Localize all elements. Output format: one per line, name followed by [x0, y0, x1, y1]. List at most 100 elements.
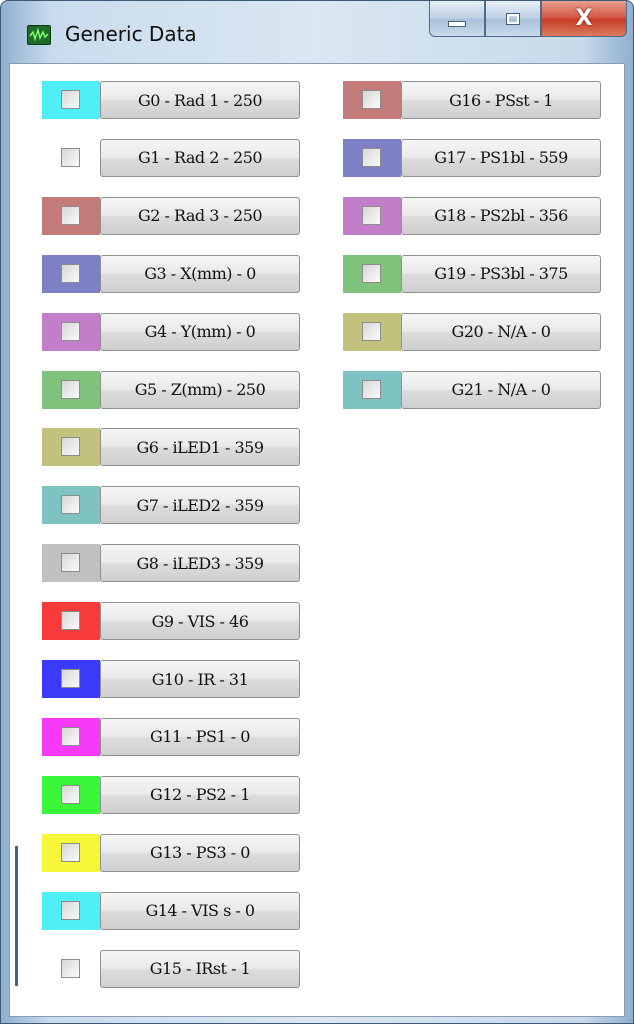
channel-button[interactable]: G17 - PS1bl - 559: [401, 138, 601, 177]
color-swatch: [42, 486, 100, 525]
color-swatch: [343, 254, 401, 293]
visibility-checkbox[interactable]: [61, 669, 80, 688]
color-swatch: [42, 833, 100, 872]
channel-button[interactable]: G12 - PS2 - 1: [100, 775, 300, 814]
data-item-g4: G4 - Y(mm) - 0: [42, 312, 300, 351]
data-item-g10: G10 - IR - 31: [42, 660, 300, 698]
channel-button[interactable]: G10 - IR - 31: [100, 660, 300, 698]
color-swatch: [42, 660, 100, 698]
color-swatch: [42, 196, 100, 235]
data-item-g21: G21 - N/A - 0: [343, 370, 601, 409]
maximize-icon: [506, 12, 520, 25]
channel-button[interactable]: G16 - PSst - 1: [401, 81, 601, 119]
visibility-checkbox[interactable]: [61, 900, 80, 920]
color-swatch: [42, 428, 100, 467]
data-item-g8: G8 - iLED3 - 359: [42, 544, 300, 583]
color-swatch: [343, 196, 401, 235]
window-title: Generic Data: [65, 22, 197, 46]
color-swatch: [42, 602, 100, 641]
channel-button[interactable]: G4 - Y(mm) - 0: [100, 312, 300, 351]
data-item-g12: G12 - PS2 - 1: [42, 775, 300, 814]
data-item-g9: G9 - VIS - 46: [42, 602, 300, 641]
visibility-checkbox[interactable]: [362, 263, 381, 283]
color-swatch: [42, 717, 100, 756]
data-item-g3: G3 - X(mm) - 0: [42, 254, 300, 293]
visibility-checkbox[interactable]: [362, 147, 381, 167]
color-swatch: [343, 81, 401, 119]
channel-button[interactable]: G21 - N/A - 0: [401, 370, 601, 409]
data-item-g19: G19 - PS3bl - 375: [343, 254, 601, 293]
data-item-g11: G11 - PS1 - 0: [42, 717, 300, 756]
color-swatch: [343, 138, 401, 177]
visibility-checkbox[interactable]: [362, 90, 381, 109]
data-item-g0: G0 - Rad 1 - 250: [42, 81, 300, 119]
data-item-g6: G6 - iLED1 - 359: [42, 428, 300, 467]
data-item-g17: G17 - PS1bl - 559: [343, 138, 601, 177]
channel-button[interactable]: G14 - VIS s - 0: [100, 891, 300, 930]
visibility-checkbox[interactable]: [362, 321, 381, 341]
visibility-checkbox[interactable]: [362, 379, 381, 399]
waveform-icon: [27, 25, 51, 45]
data-item-g5: G5 - Z(mm) - 250: [42, 370, 300, 409]
color-swatch: [42, 370, 100, 409]
visibility-checkbox[interactable]: [61, 784, 80, 804]
visibility-checkbox[interactable]: [61, 263, 80, 283]
channel-button[interactable]: G20 - N/A - 0: [401, 312, 601, 351]
visibility-checkbox[interactable]: [61, 205, 80, 225]
close-button[interactable]: X: [541, 1, 627, 37]
color-swatch: [42, 544, 100, 583]
channel-button[interactable]: G9 - VIS - 46: [100, 602, 300, 641]
visibility-checkbox[interactable]: [61, 321, 80, 341]
generic-data-window: Generic Data X G0 - Rad 1 - 250 G1 - Rad …: [0, 0, 634, 1024]
channel-button[interactable]: G0 - Rad 1 - 250: [100, 81, 300, 119]
close-icon: X: [575, 6, 593, 31]
visibility-checkbox[interactable]: [61, 90, 80, 109]
data-item-g1: G1 - Rad 2 - 250: [42, 138, 300, 177]
window-edge: [15, 846, 18, 986]
color-swatch: [42, 949, 100, 988]
visibility-checkbox[interactable]: [61, 611, 80, 631]
color-swatch: [42, 312, 100, 351]
minimize-button[interactable]: [429, 1, 485, 37]
color-swatch: [343, 312, 401, 351]
data-item-g18: G18 - PS2bl - 356: [343, 196, 601, 235]
channel-button[interactable]: G7 - iLED2 - 359: [100, 486, 300, 525]
channel-button[interactable]: G19 - PS3bl - 375: [401, 254, 601, 293]
channel-button[interactable]: G3 - X(mm) - 0: [100, 254, 300, 293]
channel-button[interactable]: G8 - iLED3 - 359: [100, 544, 300, 583]
color-swatch: [343, 370, 401, 409]
client-area: G0 - Rad 1 - 250 G1 - Rad 2 - 250 G2 - Rad…: [9, 63, 625, 1017]
color-swatch: [42, 81, 100, 119]
title-bar[interactable]: Generic Data X: [1, 1, 633, 63]
channel-button[interactable]: G6 - iLED1 - 359: [100, 428, 300, 467]
data-item-g2: G2 - Rad 3 - 250: [42, 196, 300, 235]
minimize-icon: [448, 20, 466, 27]
visibility-checkbox[interactable]: [61, 842, 80, 862]
color-swatch: [42, 775, 100, 814]
visibility-checkbox[interactable]: [61, 147, 80, 167]
color-swatch: [42, 254, 100, 293]
data-item-g13: G13 - PS3 - 0: [42, 833, 300, 872]
channel-button[interactable]: G18 - PS2bl - 356: [401, 196, 601, 235]
data-item-g20: G20 - N/A - 0: [343, 312, 601, 351]
visibility-checkbox[interactable]: [61, 495, 80, 515]
visibility-checkbox[interactable]: [61, 553, 80, 573]
data-item-g16: G16 - PSst - 1: [343, 81, 601, 119]
visibility-checkbox[interactable]: [61, 958, 80, 978]
channel-button[interactable]: G11 - PS1 - 0: [100, 717, 300, 756]
channel-button[interactable]: G13 - PS3 - 0: [100, 833, 300, 872]
channel-button[interactable]: G15 - IRst - 1: [100, 949, 300, 988]
data-item-g15: G15 - IRst - 1: [42, 949, 300, 988]
color-swatch: [42, 138, 100, 177]
channel-button[interactable]: G1 - Rad 2 - 250: [100, 138, 300, 177]
visibility-checkbox[interactable]: [61, 379, 80, 399]
channel-button[interactable]: G5 - Z(mm) - 250: [100, 370, 300, 409]
data-item-g14: G14 - VIS s - 0: [42, 891, 300, 930]
color-swatch: [42, 891, 100, 930]
visibility-checkbox[interactable]: [61, 437, 80, 457]
channel-button[interactable]: G2 - Rad 3 - 250: [100, 196, 300, 235]
visibility-checkbox[interactable]: [362, 205, 381, 225]
data-item-g7: G7 - iLED2 - 359: [42, 486, 300, 525]
visibility-checkbox[interactable]: [61, 726, 80, 746]
maximize-button[interactable]: [485, 1, 541, 37]
